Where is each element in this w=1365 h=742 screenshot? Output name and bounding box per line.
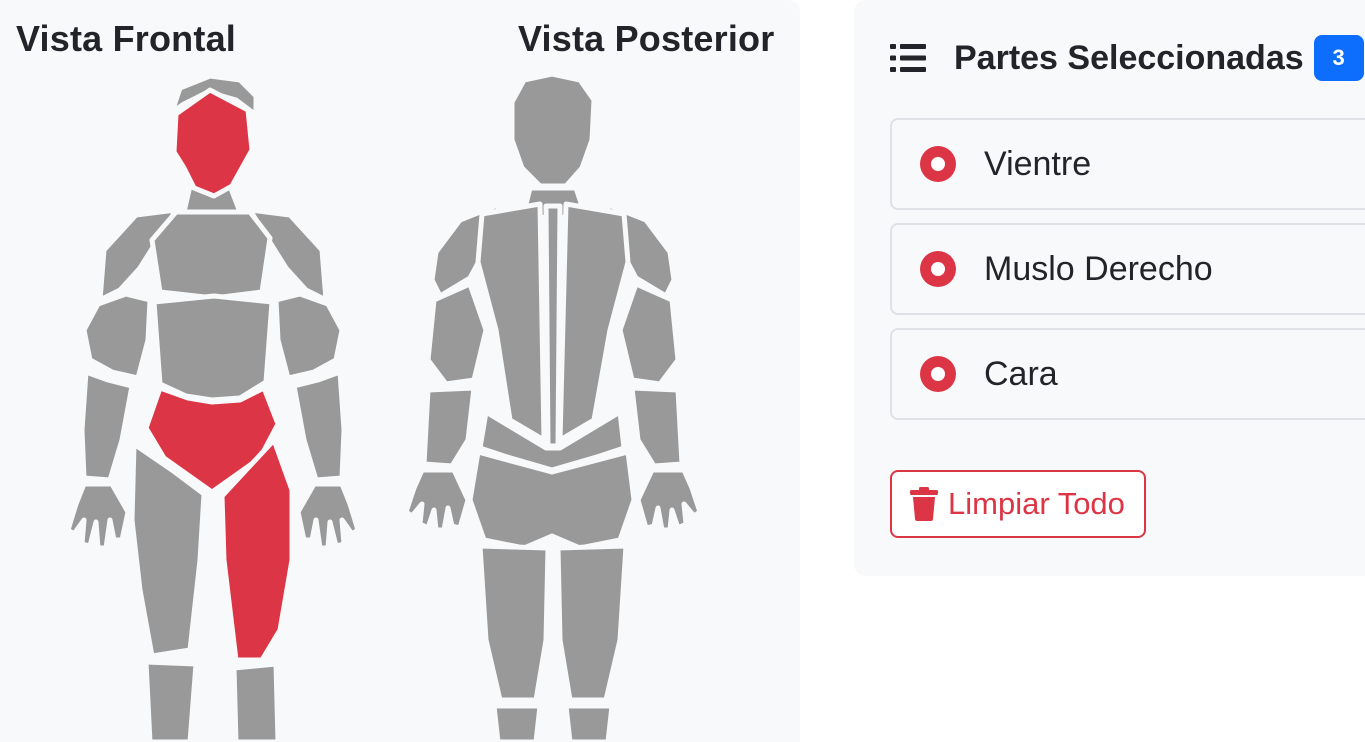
back-body-figure (403, 71, 703, 742)
back-part-hand-right[interactable] (635, 467, 703, 533)
back-part-thigh-left[interactable] (477, 543, 551, 703)
selected-parts-header: Partes Seleccionadas 3 (890, 35, 1364, 81)
back-part-calf-right[interactable] (563, 703, 615, 742)
clear-all-button[interactable]: Limpiar Todo (890, 470, 1146, 538)
selected-count-badge: 3 (1313, 35, 1364, 81)
back-part-upper-arm-right[interactable] (617, 281, 681, 387)
clear-all-label: Limpiar Todo (948, 486, 1125, 521)
back-part-upper-back-right[interactable] (557, 201, 631, 443)
selected-item-muslo-derecho[interactable]: Muslo Derecho (890, 223, 1365, 315)
selected-parts-panel: Partes Seleccionadas 3 Vientre Muslo Der… (854, 0, 1365, 576)
selected-item-vientre[interactable]: Vientre (890, 118, 1365, 210)
radio-dot-icon (920, 146, 956, 182)
back-part-calf-left[interactable] (491, 703, 543, 742)
selected-parts-title: Partes Seleccionadas (954, 38, 1304, 77)
selected-item-cara[interactable]: Cara (890, 328, 1365, 420)
back-part-spine[interactable] (543, 203, 563, 449)
back-part-forearm-right[interactable] (629, 385, 685, 469)
back-part-upper-arm-left[interactable] (425, 281, 489, 387)
trash-icon (910, 487, 938, 521)
back-part-hand-left[interactable] (403, 467, 471, 533)
list-icon (890, 44, 926, 72)
selected-item-label: Vientre (984, 144, 1092, 183)
back-part-forearm-left[interactable] (421, 385, 477, 469)
back-part-upper-back-left[interactable] (475, 201, 547, 443)
selected-item-label: Muslo Derecho (984, 249, 1213, 288)
selected-item-label: Cara (984, 354, 1058, 393)
back-part-thigh-right[interactable] (555, 543, 629, 703)
body-map-panel: Vista Frontal Vista Posterior (0, 0, 800, 742)
radio-dot-icon (920, 251, 956, 287)
radio-dot-icon (920, 356, 956, 392)
back-part-head[interactable] (509, 71, 597, 189)
